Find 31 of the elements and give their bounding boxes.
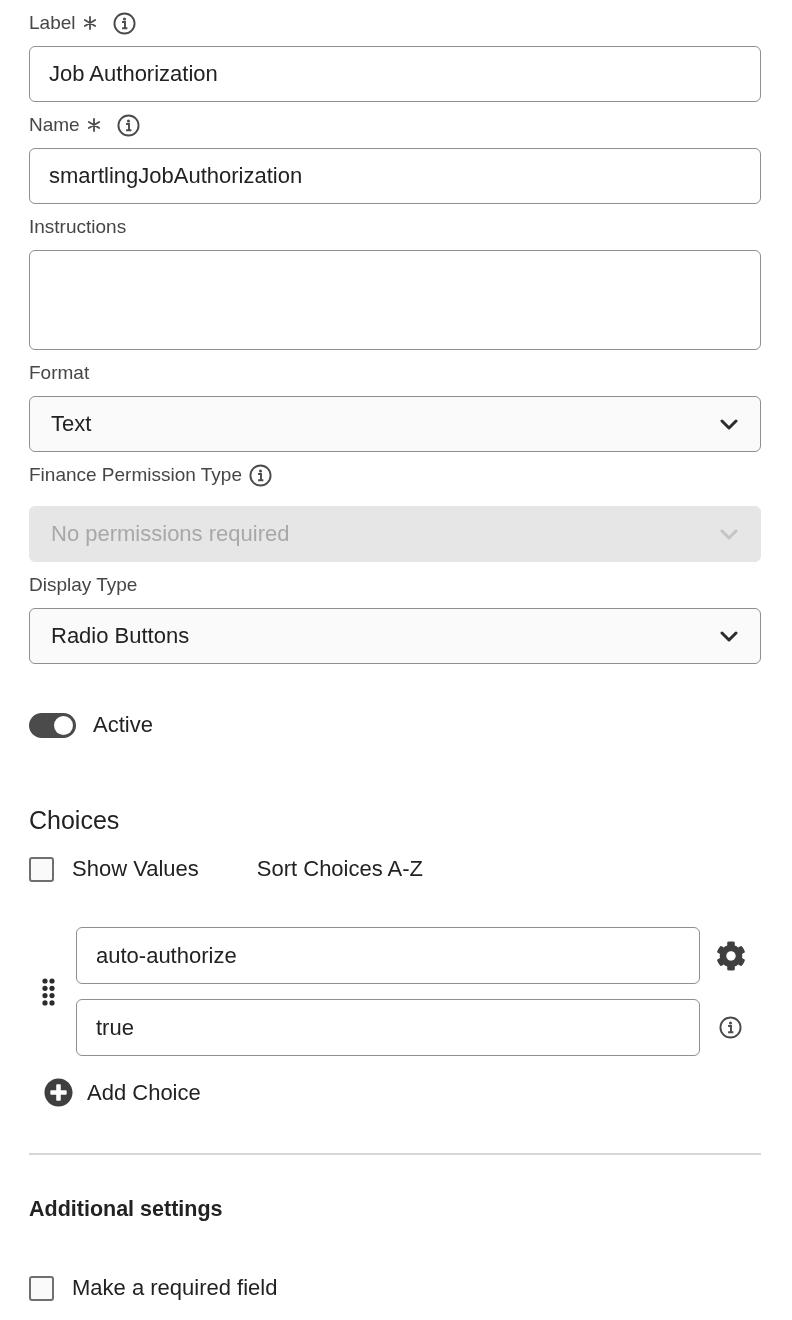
checkbox-label: Show Values: [72, 856, 199, 882]
info-icon[interactable]: [112, 11, 136, 35]
toggle-switch[interactable]: [29, 712, 76, 738]
choice-label-input[interactable]: auto-authorize: [76, 927, 700, 984]
field-label: Instructions: [29, 216, 127, 238]
choice-value-input[interactable]: true: [76, 999, 700, 1056]
chevron-down-icon: [720, 630, 738, 642]
chevron-down-icon: [720, 418, 738, 430]
checkbox[interactable]: [29, 1275, 54, 1301]
add-choice-button[interactable]: Add Choice: [44, 1078, 201, 1107]
field-label: Label: [29, 12, 76, 34]
sort-link[interactable]: Sort Choices A-Z: [256, 856, 424, 882]
section-heading: Choices: [29, 805, 120, 836]
info-icon[interactable]: [719, 1016, 742, 1039]
textarea-field[interactable]: [29, 250, 761, 350]
text-input[interactable]: smartlingJobAuthorization: [29, 148, 761, 204]
info-icon[interactable]: [116, 113, 140, 137]
gear-icon[interactable]: [715, 940, 746, 971]
checkbox-label: Make a required field: [72, 1275, 278, 1301]
field-label: Name: [29, 114, 80, 136]
dropdown[interactable]: Radio Buttons: [29, 608, 761, 664]
section-heading: Additional settings: [29, 1196, 223, 1223]
drag-handle-icon[interactable]: [42, 977, 55, 1006]
toggle-label: Active: [93, 712, 153, 738]
field-label: Format: [29, 362, 90, 384]
text-input[interactable]: Job Authorization: [29, 46, 761, 102]
field-label: Display Type: [29, 574, 138, 596]
checkbox[interactable]: [29, 856, 54, 882]
chevron-down-icon: [720, 528, 738, 540]
dropdown[interactable]: Text: [29, 396, 761, 452]
field-label: Finance Permission Type: [29, 464, 242, 486]
